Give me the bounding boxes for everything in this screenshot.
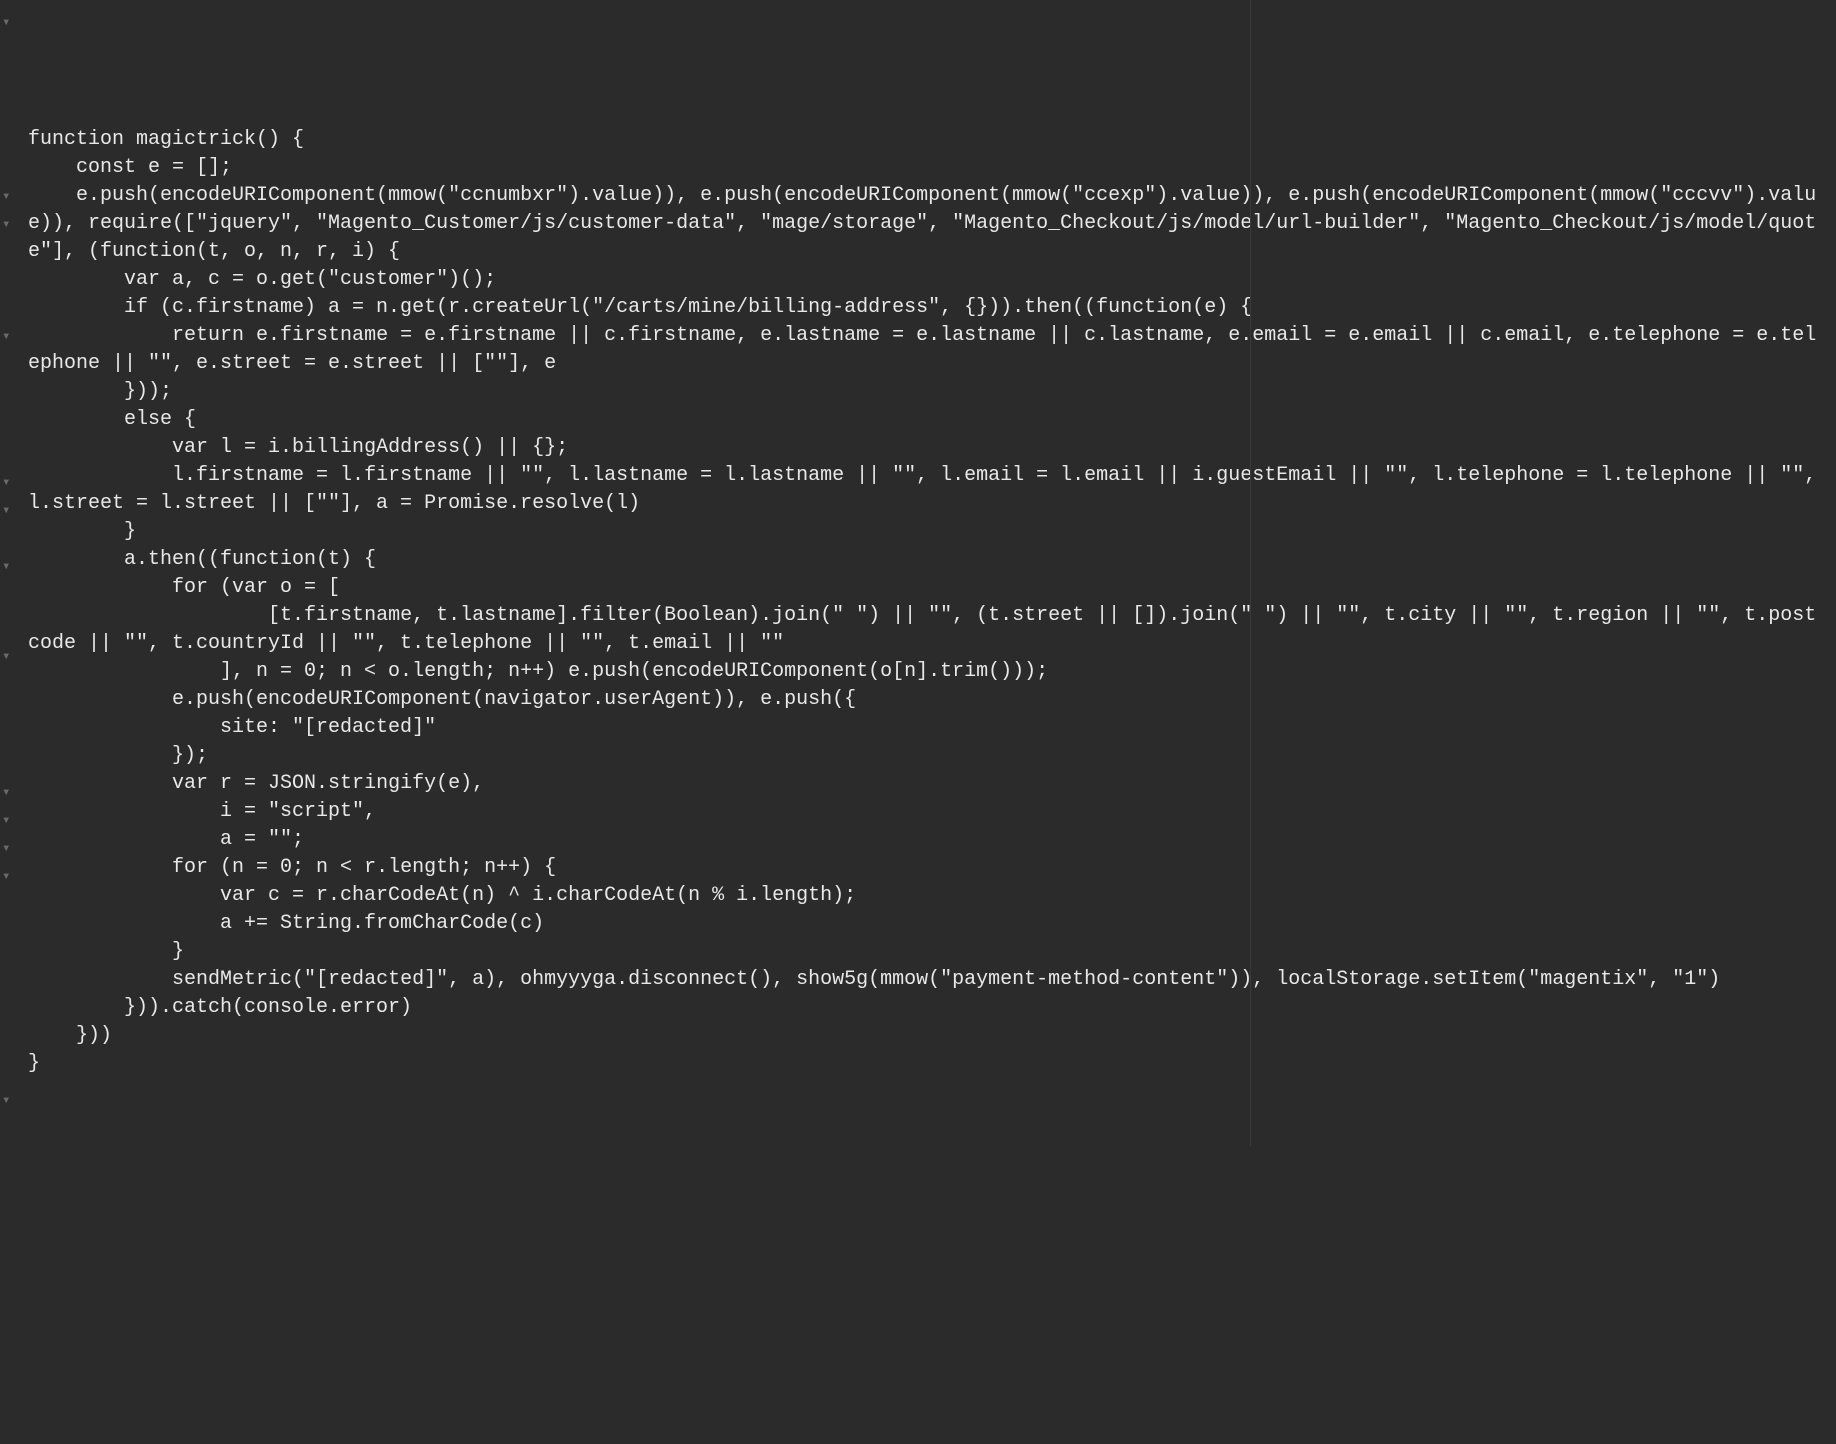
code-block: function magictrick() { const e = []; e.… (28, 126, 1828, 1078)
fold-marker[interactable]: ▾ (2, 840, 10, 860)
fold-marker[interactable]: ▾ (2, 216, 10, 236)
fold-marker[interactable]: ▾ (2, 474, 10, 494)
code-editor: ▾ ▾ ▾ ▾ ▾ ▾ ▾ ▾ ▾ ▾ ▾ ▾ ▾ function magictrick() { co… (0, 0, 1836, 1146)
fold-marker[interactable]: ▾ (2, 648, 10, 668)
fold-marker[interactable]: ▾ (2, 188, 10, 208)
fold-marker[interactable]: ▾ (2, 1092, 10, 1112)
fold-marker[interactable]: ▾ (2, 502, 10, 522)
fold-marker[interactable]: ▾ (2, 558, 10, 578)
gutter: ▾ ▾ ▾ ▾ ▾ ▾ ▾ ▾ ▾ ▾ ▾ ▾ ▾ (0, 0, 16, 1146)
fold-marker[interactable]: ▾ (2, 14, 10, 34)
fold-marker[interactable]: ▾ (2, 328, 10, 348)
fold-marker[interactable]: ▾ (2, 868, 10, 888)
fold-marker[interactable]: ▾ (2, 812, 10, 832)
fold-marker[interactable]: ▾ (2, 784, 10, 804)
